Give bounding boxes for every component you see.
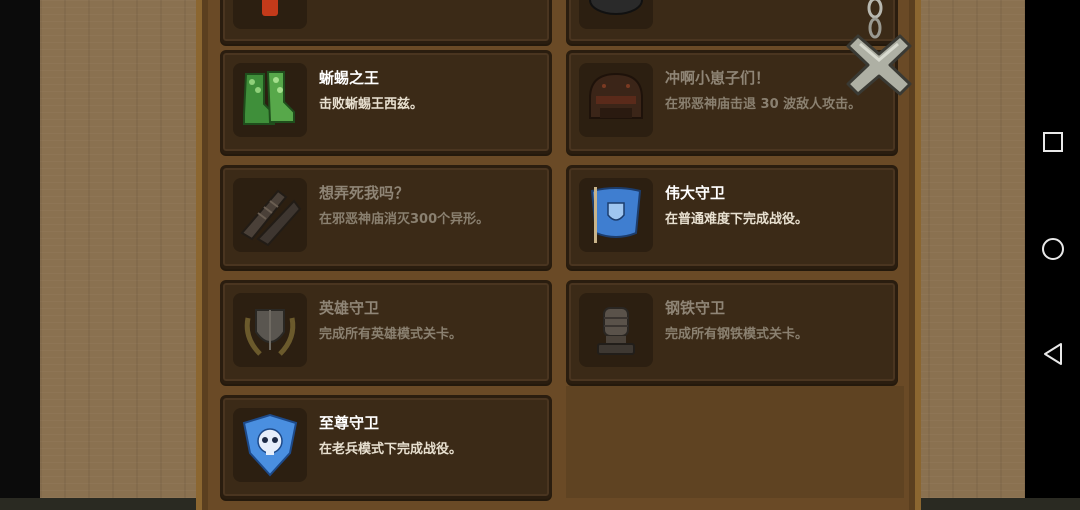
achievement-description: 在邪恶神庙击退 30 波敌人攻击。 — [665, 97, 862, 112]
empty-slot — [566, 386, 904, 498]
achievement-icon-frame — [233, 0, 307, 29]
achievement-title: 冲啊小崽子们！ — [665, 69, 771, 87]
achievement-icon-frame — [579, 0, 653, 29]
achievement-title: 伟大守卫 — [665, 184, 726, 202]
achievement-title: 想弄死我吗？ — [319, 184, 410, 202]
iron-fist-icon — [597, 307, 635, 355]
achievement-card[interactable]: 钢铁守卫 完成所有钢铁模式关卡。 — [566, 280, 898, 384]
achievement-card[interactable]: 想弄死我吗？ 在邪恶神庙消灭300个异形。 — [220, 165, 552, 269]
achievement-title: 英雄守卫 — [319, 299, 380, 317]
achievement-icon-frame — [233, 63, 307, 137]
circle-icon — [1041, 238, 1064, 260]
achievement-title: 蜥蜴之王 — [319, 69, 380, 87]
achievement-description: 在老兵模式下完成战役。 — [319, 442, 463, 457]
achievement-card[interactable]: 英雄守卫 完成所有英雄模式关卡。 — [220, 280, 552, 384]
green-boots-icon — [243, 71, 295, 125]
achievement-card[interactable]: 蜥蜴之王 击败蜥蜴王西兹。 — [220, 50, 552, 154]
achievement-description: 在普通难度下完成战役。 — [665, 212, 809, 227]
red-potion-icon — [262, 0, 278, 16]
achievement-icon-frame — [579, 63, 653, 137]
achievement-icon-frame — [233, 408, 307, 482]
achievement-icon-frame — [233, 178, 307, 252]
achievement-description: 击败蜥蜴王西兹。 — [319, 97, 424, 112]
achievement-card-partial-left — [220, 0, 552, 44]
achievement-description: 完成所有钢铁模式关卡。 — [665, 327, 809, 342]
blue-shield-flag-icon — [590, 187, 642, 243]
achievement-title: 钢铁守卫 — [665, 299, 726, 317]
achievement-card[interactable]: 伟大守卫 在普通难度下完成战役。 — [566, 165, 898, 269]
back-button[interactable] — [1025, 329, 1080, 379]
close-icon — [846, 34, 912, 96]
home-button[interactable] — [1025, 224, 1080, 274]
laurel-shield-icon — [244, 309, 296, 356]
square-icon — [1042, 132, 1063, 152]
recent-apps-button[interactable] — [1025, 117, 1080, 167]
achievement-icon-frame — [579, 293, 653, 367]
achievement-icon-frame — [579, 178, 653, 252]
achievement-description: 完成所有英雄模式关卡。 — [319, 327, 463, 342]
left-edge — [0, 0, 40, 498]
android-nav-bar — [1025, 0, 1080, 498]
achievement-description: 在邪恶神庙消灭300个异形。 — [319, 212, 490, 227]
achievement-icon-frame — [233, 293, 307, 367]
close-button[interactable] — [844, 30, 914, 100]
claw-icon — [240, 189, 302, 247]
achievement-title: 至尊守卫 — [319, 414, 380, 432]
dark-orb-icon — [589, 0, 643, 15]
skull-flag-icon — [242, 413, 298, 477]
triangle-back-icon — [1043, 343, 1062, 365]
dark-helmet-icon — [589, 72, 643, 119]
achievement-card[interactable]: 至尊守卫 在老兵模式下完成战役。 — [220, 395, 552, 499]
